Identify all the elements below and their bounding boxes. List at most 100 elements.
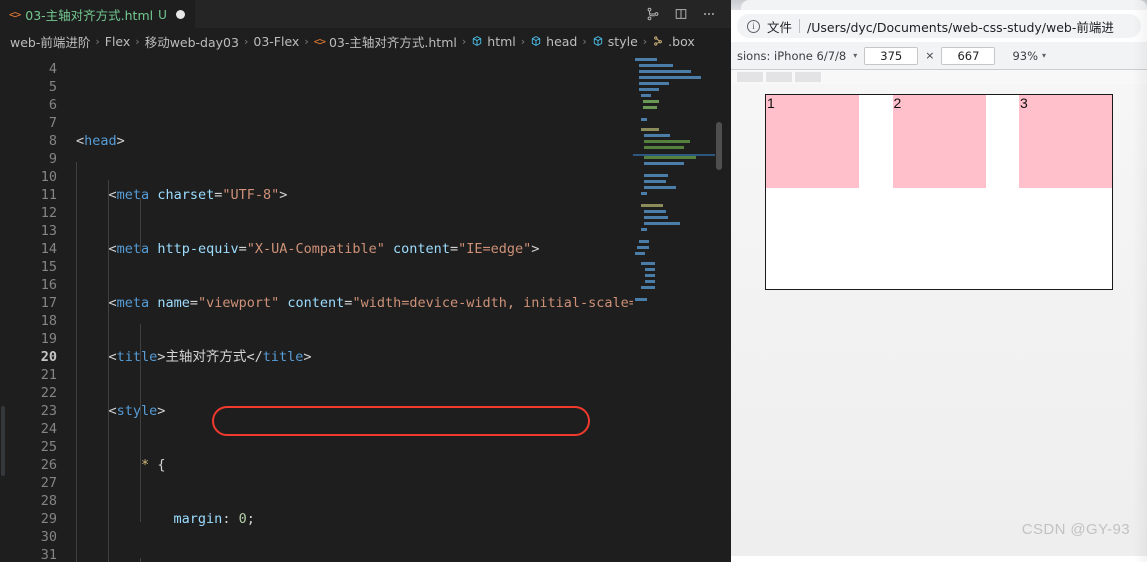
- vscode-window: <> 03-主轴对齐方式.html U web-前端进阶 › Flex › 移动…: [0, 0, 731, 562]
- line-number: 10: [40, 169, 57, 185]
- toolbar-placeholder-button[interactable]: [795, 72, 821, 82]
- line-number: 12: [40, 205, 57, 221]
- device-emulation-toolbar: sions: iPhone 6/7/8 ▾ 375 × 667 93% ▾: [731, 42, 1147, 70]
- breadcrumb-item-8[interactable]: .box: [652, 34, 695, 49]
- line-number: 5: [48, 79, 57, 95]
- breadcrumb-separator: ›: [135, 34, 140, 48]
- line-number: 26: [40, 457, 57, 473]
- breadcrumb-label: 移动web-day03: [144, 34, 239, 50]
- browser-url-bar: i 文件 /Users/dyc/Documents/web-css-study/…: [731, 10, 1147, 42]
- breadcrumb-separator: ›: [95, 34, 100, 48]
- browser-active-tab[interactable]: [741, 0, 1147, 10]
- editor-scroll-thumb[interactable]: [1, 406, 5, 476]
- breadcrumb-item-1[interactable]: Flex: [105, 34, 131, 49]
- minimap-scrollbar[interactable]: [715, 54, 723, 562]
- zoom-value: 93%: [1012, 48, 1039, 63]
- html-tag-icon: <>: [313, 34, 326, 48]
- device-toolbar-secondary: [731, 70, 1147, 84]
- breadcrumb: web-前端进阶 › Flex › 移动web-day03 › 03-Flex …: [0, 28, 731, 54]
- line-number: 7: [48, 115, 57, 131]
- code-line-11: margin: 0;: [173, 511, 255, 527]
- line-number: 19: [40, 331, 57, 347]
- viewport-width-input[interactable]: 375: [864, 46, 919, 65]
- page-preview-area: 1 2 3 CSDN @GY-93: [731, 84, 1147, 556]
- breadcrumb-item-2[interactable]: 移动web-day03: [145, 32, 239, 51]
- code-line-6: <meta http-equiv="X-UA-Compatible" conte…: [108, 241, 540, 257]
- line-number: 28: [40, 493, 57, 509]
- zoom-selector[interactable]: 93% ▾: [1012, 49, 1046, 63]
- breadcrumb-item-0[interactable]: web-前端进阶: [10, 32, 90, 51]
- line-number: 8: [48, 133, 57, 149]
- code-line-5: <meta charset="UTF-8">: [108, 187, 288, 203]
- breadcrumb-separator: ›: [582, 34, 587, 48]
- tab-dirty-indicator[interactable]: [175, 10, 185, 19]
- browser-window: i 文件 /Users/dyc/Documents/web-css-study/…: [731, 0, 1147, 562]
- breadcrumb-separator: ›: [642, 34, 648, 48]
- breadcrumb-item-5[interactable]: html: [471, 33, 516, 49]
- breadcrumb-label: html: [487, 33, 516, 49]
- code-line-7: <meta name="viewport" content="width=dev…: [108, 295, 678, 311]
- line-number: 17: [40, 295, 57, 311]
- tab-git-status: U: [158, 7, 167, 22]
- breadcrumb-item-6[interactable]: head: [530, 34, 577, 49]
- info-circle-icon[interactable]: i: [747, 19, 760, 33]
- breadcrumb-item-7[interactable]: style: [592, 34, 638, 49]
- code-editor[interactable]: 4 5 6 7 8 9 10 11 12 13 14 15 16 17 18 1…: [0, 54, 731, 562]
- editor-tab-03-flex-html[interactable]: <> 03-主轴对齐方式.html U: [0, 0, 195, 28]
- line-number: 18: [40, 313, 57, 329]
- line-number: 27: [40, 475, 57, 491]
- chevron-down-icon[interactable]: ▾: [1042, 51, 1046, 60]
- breadcrumb-label: .box: [668, 33, 695, 49]
- line-number: 16: [40, 277, 57, 293]
- toolbar-placeholder-button[interactable]: [737, 72, 763, 82]
- line-number: 6: [48, 97, 57, 113]
- line-number: 31: [40, 547, 57, 562]
- line-number-gutter: 4 5 6 7 8 9 10 11 12 13 14 15 16 17 18 1…: [14, 54, 66, 562]
- line-number: 15: [40, 259, 57, 275]
- url-scheme-label: 文件: [767, 19, 793, 35]
- dimension-multiply-sign: ×: [925, 49, 935, 62]
- line-number: 25: [40, 439, 57, 455]
- editor-left-rail: [0, 54, 14, 562]
- device-preset-label[interactable]: sions: iPhone 6/7/8: [737, 49, 846, 63]
- breadcrumb-label: 03-主轴对齐方式.html: [328, 34, 457, 50]
- code-content[interactable]: <head> <meta charset="UTF-8"> <meta http…: [66, 54, 731, 562]
- tab-filename: 03-主轴对齐方式.html: [25, 8, 154, 23]
- symbol-cube-icon: [530, 35, 542, 47]
- breadcrumb-label: 03-Flex: [253, 33, 300, 49]
- breadcrumb-label: head: [546, 33, 578, 49]
- flex-item: 1: [766, 95, 859, 188]
- html-file-icon: <>: [9, 8, 21, 21]
- line-number-current: 20: [40, 349, 57, 365]
- line-number: 21: [40, 367, 57, 383]
- code-line-10: * {: [141, 457, 166, 473]
- line-number: 30: [40, 529, 57, 545]
- editor-layout-icon[interactable]: [667, 0, 695, 28]
- editor-minimap[interactable]: [633, 54, 723, 562]
- url-path: /Users/dyc/Documents/web-css-study/web-前…: [807, 19, 1114, 35]
- symbol-cube-icon: [471, 35, 483, 47]
- browser-tab-strip: [731, 0, 1147, 10]
- breadcrumb-separator: ›: [243, 34, 249, 48]
- tab-actions: [639, 0, 731, 28]
- screenshot-root: <> 03-主轴对齐方式.html U web-前端进阶 › Flex › 移动…: [0, 0, 1147, 562]
- breadcrumb-item-4[interactable]: <> 03-主轴对齐方式.html: [314, 32, 457, 51]
- breadcrumb-item-3[interactable]: 03-Flex: [253, 34, 299, 49]
- symbol-cube-icon: [592, 35, 604, 47]
- csdn-watermark: CSDN @GY-93: [1021, 521, 1130, 538]
- more-actions-icon[interactable]: [695, 0, 723, 28]
- line-number: 29: [40, 511, 57, 527]
- viewport-height-input[interactable]: 667: [941, 46, 996, 65]
- chevron-down-icon[interactable]: ▾: [853, 51, 857, 60]
- breadcrumb-label: style: [607, 33, 638, 49]
- css-ruleset-icon: [652, 35, 664, 47]
- breadcrumb-separator: ›: [461, 34, 467, 48]
- breadcrumb-label: Flex: [104, 33, 131, 49]
- line-number: 11: [40, 187, 57, 203]
- toolbar-placeholder-button[interactable]: [766, 72, 792, 82]
- address-bar[interactable]: i 文件 /Users/dyc/Documents/web-css-study/…: [737, 14, 1141, 38]
- line-number: 22: [40, 385, 57, 401]
- split-editor-icon[interactable]: [639, 0, 667, 28]
- line-number: 23: [40, 403, 57, 419]
- flex-item: 3: [1019, 95, 1112, 188]
